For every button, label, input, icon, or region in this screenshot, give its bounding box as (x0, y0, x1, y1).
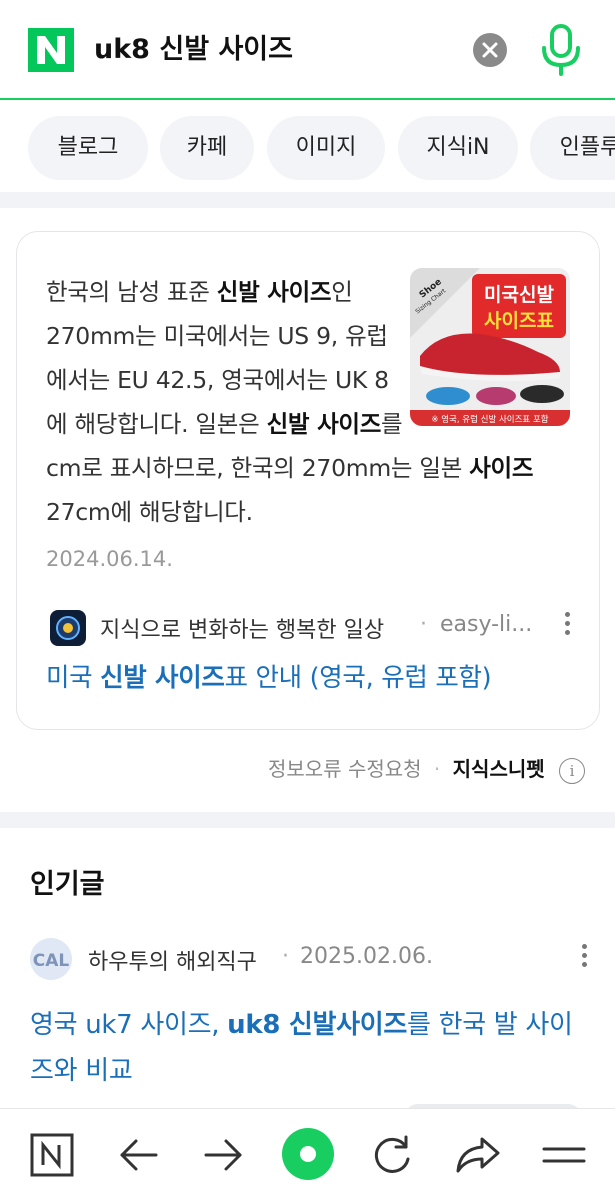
author-avatar: CAL (30, 938, 72, 980)
author-name[interactable]: 하우투의 해외직구 (88, 944, 257, 976)
post-date: 2025.02.06. (300, 944, 433, 969)
more-options-icon[interactable] (563, 612, 571, 640)
refresh-icon[interactable] (366, 1129, 418, 1181)
source-url[interactable]: easy-li... (440, 612, 532, 637)
avatar-text: CAL (33, 951, 70, 971)
source-name[interactable]: 지식으로 변화하는 행복한 일상 (100, 612, 384, 644)
snippet-source-title-link[interactable]: 미국 신발 사이즈표 안내 (영국, 유럽 포함) (46, 658, 492, 698)
snippet-highlight: 사이즈 (469, 454, 534, 482)
naver-home-icon[interactable] (28, 1129, 80, 1181)
separator-dot: · (282, 944, 289, 969)
title-part: 표 안내 (영국, 유럽 포함) (224, 663, 492, 693)
author-logo-icon: CAL (30, 938, 72, 980)
search-input[interactable]: uk8 신발 사이즈 (94, 30, 293, 70)
naver-logo-icon[interactable] (28, 28, 74, 72)
more-options-icon[interactable] (580, 944, 588, 972)
tab-cafe[interactable]: 카페 (160, 116, 254, 180)
microphone-icon[interactable] (538, 24, 584, 76)
separator-dot: · (420, 612, 427, 637)
snippet-text-part: 한국의 남성 표준 (46, 278, 217, 306)
bottom-navigation (0, 1108, 615, 1201)
headline-highlight: uk8 신발사이즈 (227, 1010, 407, 1040)
tab-blog[interactable]: 블로그 (28, 116, 148, 180)
knowledge-snippet-label: 지식스니펫 (452, 757, 545, 781)
source-logo-icon (56, 616, 80, 640)
search-bar: uk8 신발 사이즈 (0, 0, 615, 100)
forward-arrow-icon[interactable] (198, 1129, 250, 1181)
popular-post-meta[interactable]: CAL 하우투의 해외직구 · 2025.02.06. (30, 938, 590, 980)
share-icon[interactable] (452, 1129, 504, 1181)
snippet-highlight: 신발 사이즈 (216, 278, 332, 306)
snippet-body: 한국의 남성 표준 신발 사이즈인 270mm는 미국에서는 US 9, 유럽에… (46, 270, 576, 534)
snippet-date: 2024.06.14. (46, 547, 173, 571)
tab-image[interactable]: 이미지 (267, 116, 385, 180)
title-highlight: 신발 사이즈 (100, 663, 225, 693)
snippet-footer: 정보오류 수정요청 · 지식스니펫 i (268, 752, 585, 786)
menu-icon[interactable] (538, 1129, 590, 1181)
popular-post-title-link[interactable]: 영국 uk7 사이즈, uk8 신발사이즈를 한국 발 사이즈와 비교 (30, 1002, 590, 1094)
tab-kin[interactable]: 지식iN (398, 116, 518, 180)
clear-search-button[interactable] (473, 33, 507, 67)
report-error-link[interactable]: 정보오류 수정요청 (268, 757, 422, 781)
green-dot-icon[interactable] (281, 1127, 335, 1181)
popular-section-title: 인기글 (30, 869, 105, 900)
snippet-source-row[interactable]: 지식으로 변화하는 행복한 일상 · easy-li... (46, 608, 576, 648)
headline-part: 영국 uk7 사이즈, (30, 1010, 228, 1040)
title-part: 미국 (46, 663, 101, 693)
separator-dot: · (433, 757, 441, 781)
close-icon (482, 42, 498, 58)
search-tabs: 블로그 카페 이미지 지식iN 인플루 (0, 110, 615, 186)
snippet-text-part: 27cm에 해당합니다. (46, 498, 253, 526)
section-divider (0, 812, 615, 828)
info-icon[interactable]: i (559, 757, 585, 784)
thumbnail-float-spacer (406, 270, 576, 446)
source-avatar (50, 610, 86, 646)
section-divider (0, 192, 615, 208)
snippet-highlight: 신발 사이즈 (266, 410, 382, 438)
back-arrow-icon[interactable] (112, 1129, 164, 1181)
tab-influencer[interactable]: 인플루 (530, 116, 615, 180)
